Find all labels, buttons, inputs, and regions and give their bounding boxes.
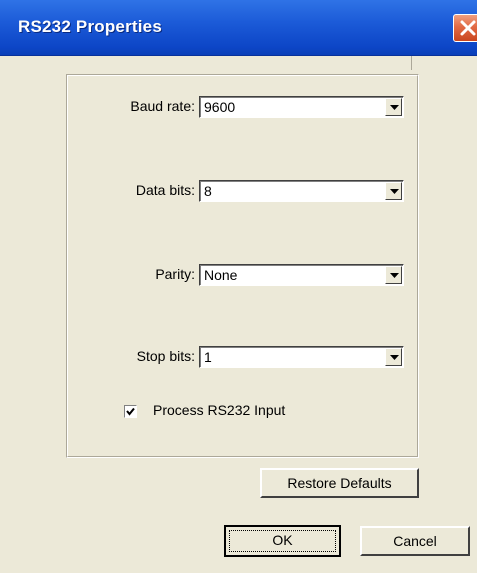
checkmark-icon: [126, 407, 135, 416]
title-bar[interactable]: RS232 Properties: [0, 0, 477, 56]
data-bits-label: Data bits:: [135, 182, 195, 198]
stop-bits-select[interactable]: 1: [199, 346, 404, 368]
stop-bits-dropdown-button[interactable]: [385, 348, 402, 366]
process-input-label[interactable]: Process RS232 Input: [153, 402, 285, 418]
parity-value: None: [204, 267, 238, 283]
cancel-button[interactable]: Cancel: [360, 526, 470, 556]
stop-bits-label: Stop bits:: [136, 348, 195, 364]
dialog-title: RS232 Properties: [18, 17, 162, 36]
rs232-properties-dialog: RS232 Properties Baud rate: 9600 Data bi…: [0, 0, 477, 573]
data-bits-select[interactable]: 8: [199, 180, 404, 202]
chevron-down-icon: [390, 355, 399, 360]
parity-dropdown-button[interactable]: [385, 266, 402, 284]
parity-select[interactable]: None: [199, 264, 404, 286]
baud-rate-select[interactable]: 9600: [199, 96, 404, 118]
baud-rate-value: 9600: [204, 99, 236, 115]
close-button[interactable]: [453, 14, 477, 42]
restore-defaults-button[interactable]: Restore Defaults: [260, 468, 419, 498]
dialog-body: Baud rate: 9600 Data bits: 8 Parity: Non…: [0, 56, 477, 573]
chevron-down-icon: [390, 105, 399, 110]
stop-bits-value: 1: [204, 349, 212, 365]
divider: [411, 56, 412, 70]
ok-button[interactable]: OK: [224, 525, 341, 557]
data-bits-dropdown-button[interactable]: [385, 182, 402, 200]
chevron-down-icon: [390, 189, 399, 194]
process-input-checkbox[interactable]: [124, 405, 137, 418]
chevron-down-icon: [390, 273, 399, 278]
close-icon: [460, 20, 476, 36]
baud-rate-label: Baud rate:: [130, 98, 195, 114]
data-bits-value: 8: [204, 183, 212, 199]
focus-indicator: [229, 530, 336, 552]
parity-label: Parity:: [155, 266, 195, 282]
baud-rate-dropdown-button[interactable]: [385, 98, 402, 116]
